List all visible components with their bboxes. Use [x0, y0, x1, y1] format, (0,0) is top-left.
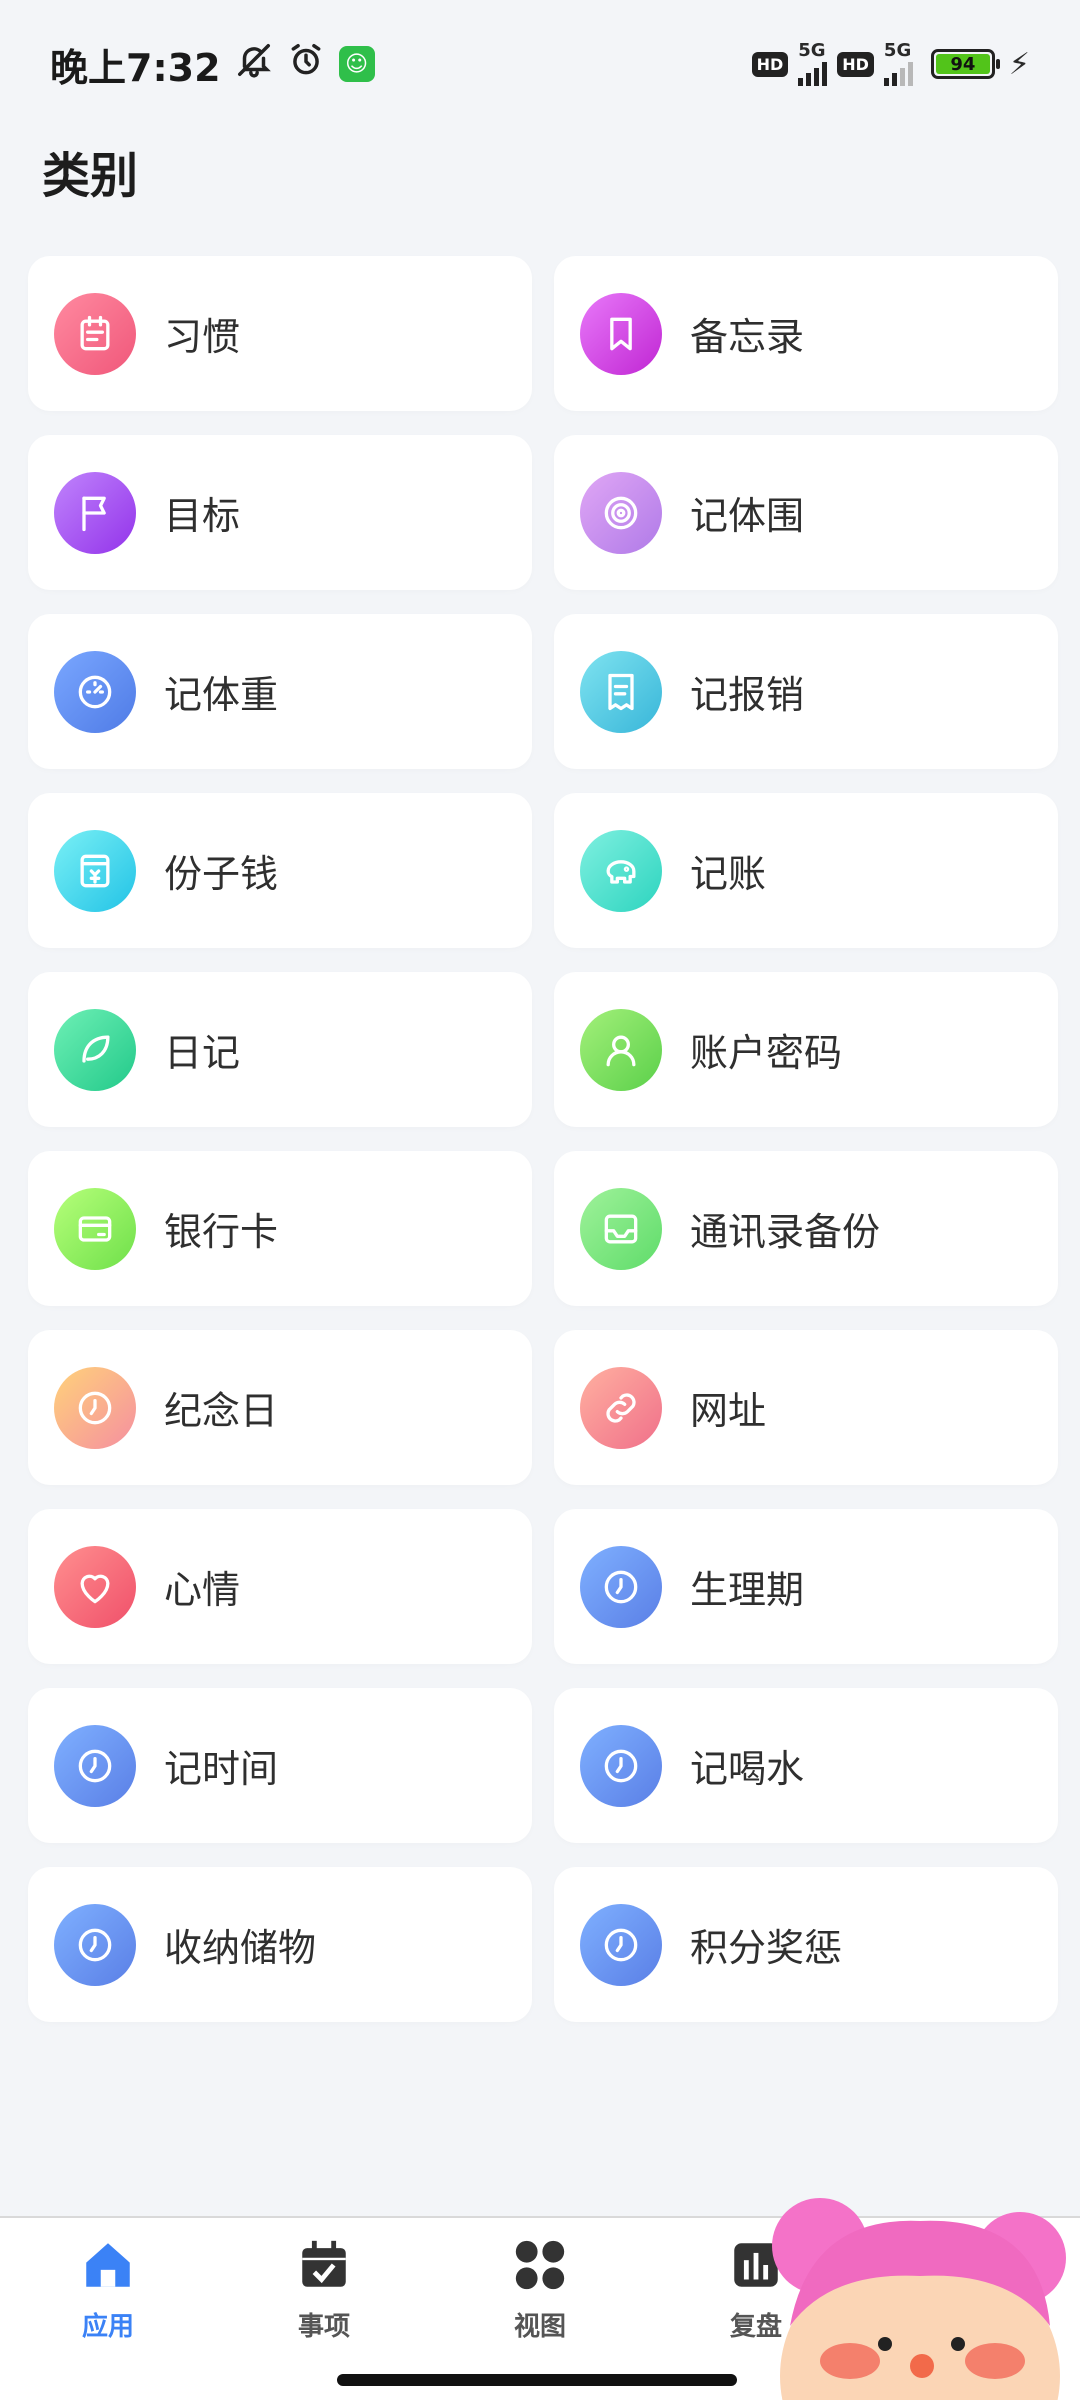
calendar-check-icon [295, 2236, 353, 2298]
status-bar: 晚上7:32 ☺ HD 5G HD 5G 94 ⚡ [0, 0, 1080, 128]
category-label: 记体围 [690, 494, 805, 538]
category-label: 心情 [164, 1568, 241, 1612]
category-label: 账户密码 [690, 1031, 843, 1075]
receipt-icon [580, 650, 662, 733]
category-label: 网址 [690, 1389, 767, 1433]
clock-icon [54, 1724, 136, 1807]
category-card[interactable]: 网址 [554, 1330, 1058, 1485]
category-card[interactable]: 银行卡 [28, 1151, 532, 1306]
charging-icon: ⚡ [1008, 46, 1030, 82]
heart-icon [54, 1545, 136, 1628]
target-icon [580, 471, 662, 554]
category-label: 记体重 [164, 673, 279, 717]
clock-icon [580, 1545, 662, 1628]
signal-icon: 5G [883, 42, 913, 86]
category-label: 份子钱 [164, 852, 279, 896]
category-label: 银行卡 [164, 1210, 279, 1254]
bank-card-icon [54, 1187, 136, 1270]
feather-icon [54, 1008, 136, 1091]
category-card[interactable]: 备忘录 [554, 256, 1058, 411]
home-icon [79, 2236, 137, 2298]
category-label: 收纳储物 [164, 1926, 317, 1970]
category-card[interactable]: 习惯 [28, 256, 532, 411]
nav-item-tasks[interactable]: 事项 [264, 2236, 384, 2343]
category-card[interactable]: 记报销 [554, 614, 1058, 769]
category-card[interactable]: 份子钱 [28, 793, 532, 948]
bookmark-icon [580, 292, 662, 375]
alarm-icon [287, 41, 325, 88]
nav-label: 事项 [297, 2312, 350, 2342]
mute-bell-icon [235, 41, 273, 88]
category-card[interactable]: 记喝水 [554, 1688, 1058, 1843]
user-icon [580, 1008, 662, 1091]
link-icon [580, 1366, 662, 1449]
hd-badge: HD [837, 51, 874, 77]
clock-icon [54, 1903, 136, 1986]
category-label: 纪念日 [164, 1389, 279, 1433]
category-card[interactable]: 心情 [28, 1509, 532, 1664]
category-card[interactable]: 通讯录备份 [554, 1151, 1058, 1306]
clock-icon [580, 1903, 662, 1986]
home-indicator[interactable] [337, 2374, 737, 2386]
signal-icon: 5G [798, 42, 828, 86]
category-card[interactable]: 目标 [28, 435, 532, 590]
piggy-bank-icon [580, 829, 662, 912]
category-label: 目标 [164, 494, 241, 538]
mascot-sticker[interactable] [750, 2176, 1080, 2400]
hd-badge: HD [751, 51, 789, 77]
category-label: 习惯 [164, 315, 241, 359]
nav-item-apps[interactable]: 应用 [48, 2236, 168, 2343]
red-packet-icon [54, 829, 136, 912]
category-label: 记喝水 [690, 1747, 805, 1791]
category-label: 积分奖惩 [690, 1926, 843, 1970]
status-left: 晚上7:32 ☺ [50, 37, 375, 92]
clover-icon [511, 2236, 569, 2298]
category-label: 记时间 [164, 1747, 279, 1791]
category-card[interactable]: 积分奖惩 [554, 1867, 1058, 2022]
category-label: 记账 [690, 852, 767, 896]
calendar-icon [54, 292, 136, 375]
category-label: 通讯录备份 [690, 1210, 881, 1254]
category-card[interactable]: 收纳储物 [28, 1867, 532, 2022]
category-card[interactable]: 账户密码 [554, 972, 1058, 1127]
nav-label: 应用 [81, 2312, 134, 2342]
category-card[interactable]: 纪念日 [28, 1330, 532, 1485]
flag-icon [54, 471, 136, 554]
category-card[interactable]: 记账 [554, 793, 1058, 948]
page-title: 类别 [42, 148, 139, 204]
gauge-icon [54, 650, 136, 733]
clock-icon [580, 1724, 662, 1807]
clock-icon [54, 1366, 136, 1449]
category-card[interactable]: 生理期 [554, 1509, 1058, 1664]
category-card[interactable]: 记体重 [28, 614, 532, 769]
category-card[interactable]: 记体围 [554, 435, 1058, 590]
battery-icon: 94 [930, 49, 1000, 79]
status-right: HD 5G HD 5G 94 ⚡ [751, 42, 1030, 86]
category-label: 记报销 [690, 673, 805, 717]
category-label: 日记 [164, 1031, 241, 1075]
category-card[interactable]: 记时间 [28, 1688, 532, 1843]
nav-label: 视图 [513, 2312, 566, 2342]
nav-item-views[interactable]: 视图 [480, 2236, 600, 2343]
category-card[interactable]: 日记 [28, 972, 532, 1127]
category-label: 备忘录 [690, 315, 805, 359]
inbox-icon [580, 1187, 662, 1270]
category-label: 生理期 [690, 1568, 805, 1612]
app-notification-icon: ☺ [338, 46, 375, 82]
status-time: 晚上7:32 [50, 45, 221, 90]
category-grid: 习惯 备忘录目标 记体围记体重 记报销份子钱 记账日记 账户密码银行卡 通讯录备份纪念日 网址… [28, 256, 1058, 2022]
